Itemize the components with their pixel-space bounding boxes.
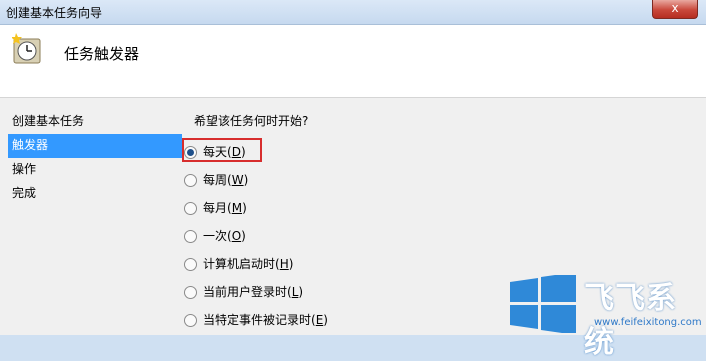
- radio-computer-start[interactable]: [184, 258, 197, 271]
- header-panel: 任务触发器: [0, 25, 706, 98]
- step-create-basic-task[interactable]: 创建基本任务: [8, 110, 182, 134]
- watermark-url: www.feifeixitong.com: [594, 317, 702, 328]
- close-icon: x: [671, 1, 679, 15]
- option-label: 每月: [203, 201, 228, 215]
- step-action[interactable]: 操作: [8, 158, 182, 182]
- title-bar: 创建基本任务向导 x: [0, 0, 706, 25]
- radio-monthly[interactable]: [184, 202, 197, 215]
- radio-event-logged[interactable]: [184, 314, 197, 327]
- radio-user-logon[interactable]: [184, 286, 197, 299]
- option-event-logged[interactable]: 当特定事件被记录时(E): [184, 310, 328, 330]
- option-label: 一次: [203, 229, 228, 243]
- step-label: 完成: [12, 186, 37, 200]
- radio-weekly[interactable]: [184, 174, 197, 187]
- page-heading: 任务触发器: [64, 45, 140, 63]
- step-finish[interactable]: 完成: [8, 182, 182, 206]
- question-label: 希望该任务何时开始?: [194, 114, 309, 128]
- option-label: 每周: [203, 173, 228, 187]
- option-accelerator: H: [279, 257, 289, 271]
- radio-once[interactable]: [184, 230, 197, 243]
- option-accelerator: E: [315, 313, 324, 327]
- task-scheduler-clock-icon: [12, 33, 41, 64]
- close-button[interactable]: x: [652, 0, 698, 19]
- option-once[interactable]: 一次(O): [184, 226, 246, 246]
- step-label: 操作: [12, 162, 37, 176]
- step-label: 触发器: [12, 138, 49, 152]
- window-title: 创建基本任务向导: [6, 6, 103, 20]
- step-trigger[interactable]: 触发器: [8, 134, 182, 158]
- step-label: 创建基本任务: [12, 114, 85, 128]
- option-label: 当特定事件被记录时: [203, 313, 312, 327]
- trigger-content: 希望该任务何时开始? 每天(D) 每周(W) 每月(M) 一次(O) 计算机启动…: [184, 112, 328, 327]
- windows-logo-icon: [510, 275, 576, 333]
- option-weekly[interactable]: 每周(W): [184, 170, 248, 190]
- option-accelerator: O: [231, 229, 242, 243]
- option-user-logon[interactable]: 当前用户登录时(L): [184, 282, 303, 302]
- option-computer-start[interactable]: 计算机启动时(H): [184, 254, 293, 274]
- highlight-box: [182, 138, 262, 162]
- option-accelerator: L: [291, 285, 299, 299]
- option-accelerator: M: [231, 201, 243, 215]
- watermark: 飞飞系统 www.feifeixitong.com: [508, 273, 706, 360]
- option-label: 计算机启动时: [203, 257, 276, 271]
- option-monthly[interactable]: 每月(M): [184, 198, 247, 218]
- option-label: 当前用户登录时: [203, 285, 288, 299]
- wizard-steps: 创建基本任务 触发器 操作 完成: [8, 110, 182, 206]
- option-accelerator: W: [231, 173, 244, 187]
